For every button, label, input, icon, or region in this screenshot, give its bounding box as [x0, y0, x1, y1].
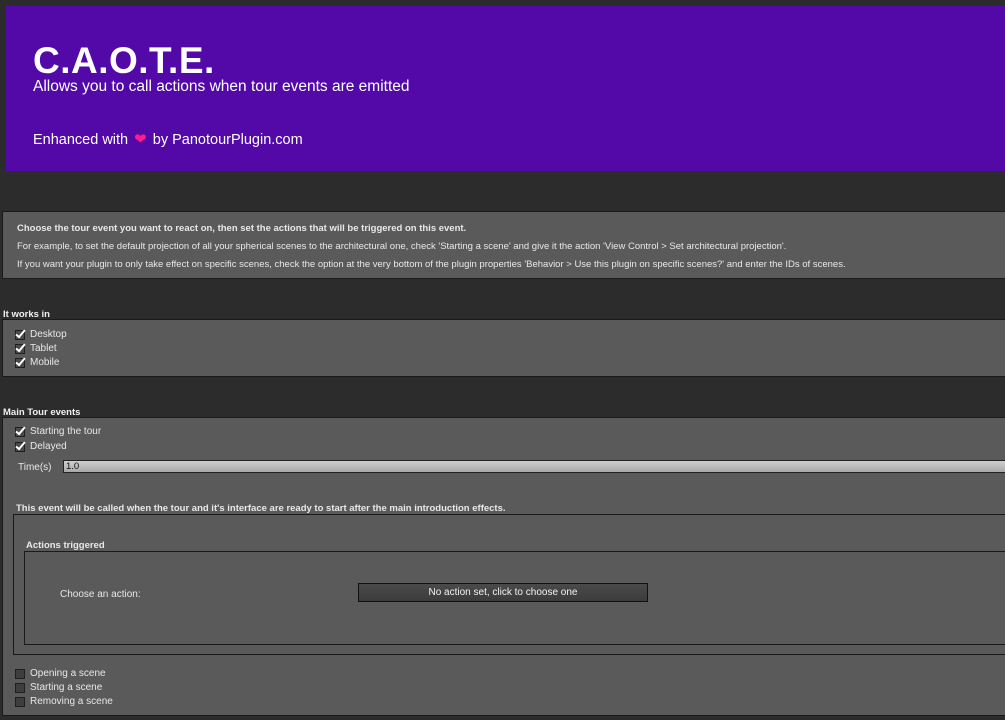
time-input[interactable]: 1.0 [63, 460, 1005, 473]
instructions-box: Choose the tour event you want to react … [2, 211, 1005, 279]
instructions-line-2: For example, to set the default projecti… [17, 241, 787, 252]
starting-scene-checkbox[interactable] [15, 682, 25, 693]
instructions-line-3: If you want your plugin to only take eff… [17, 259, 846, 270]
plugin-credit: Enhanced with ❤ by PanotourPlugin.com [33, 130, 303, 148]
actions-title: Actions triggered [26, 540, 105, 551]
actions-outer-frame: Actions triggered Choose an action: No a… [13, 514, 1005, 655]
instructions-line-1: Choose the tour event you want to react … [17, 223, 467, 234]
works-in-panel: Desktop Tablet Mobile [2, 319, 1005, 377]
plugin-header-banner: C.A.O.T.E. Allows you to call actions wh… [6, 6, 1005, 171]
choose-action-button[interactable]: No action set, click to choose one [358, 583, 648, 602]
credit-prefix: Enhanced with [33, 132, 129, 148]
delayed-option[interactable]: Delayed [15, 441, 67, 452]
tablet-label: Tablet [30, 343, 57, 354]
time-label: Time(s) [18, 462, 52, 473]
device-mobile-option[interactable]: Mobile [15, 357, 59, 368]
starting-scene-option[interactable]: Starting a scene [15, 682, 102, 693]
plugin-title: C.A.O.T.E. [33, 40, 215, 81]
mobile-label: Mobile [30, 357, 60, 368]
desktop-label: Desktop [30, 329, 67, 340]
starting-scene-label: Starting a scene [30, 682, 103, 693]
event-description: This event will be called when the tour … [16, 503, 506, 514]
credit-suffix: by PanotourPlugin.com [152, 132, 303, 148]
removing-scene-label: Removing a scene [30, 696, 113, 707]
actions-inner-frame: Choose an action: No action set, click t… [24, 551, 1005, 645]
device-tablet-option[interactable]: Tablet [15, 343, 57, 354]
tablet-checkbox[interactable] [15, 343, 25, 354]
opening-scene-checkbox[interactable] [15, 668, 25, 679]
starting-tour-option[interactable]: Starting the tour [15, 426, 101, 437]
removing-scene-checkbox[interactable] [15, 696, 25, 707]
opening-scene-label: Opening a scene [30, 668, 106, 679]
choose-action-label: Choose an action: [60, 589, 141, 600]
starting-tour-checkbox[interactable] [15, 426, 25, 437]
desktop-checkbox[interactable] [15, 329, 25, 340]
device-desktop-option[interactable]: Desktop [15, 329, 67, 340]
delayed-label: Delayed [30, 441, 67, 452]
opening-scene-option[interactable]: Opening a scene [15, 668, 106, 679]
heart-icon: ❤ [134, 131, 147, 148]
plugin-subtitle: Allows you to call actions when tour eve… [33, 78, 410, 95]
removing-scene-option[interactable]: Removing a scene [15, 696, 113, 707]
mobile-checkbox[interactable] [15, 357, 25, 368]
delayed-checkbox[interactable] [15, 441, 25, 452]
starting-tour-label: Starting the tour [30, 426, 102, 437]
main-events-panel: Starting the tour Delayed Time(s) 1.0 Th… [2, 417, 1005, 716]
